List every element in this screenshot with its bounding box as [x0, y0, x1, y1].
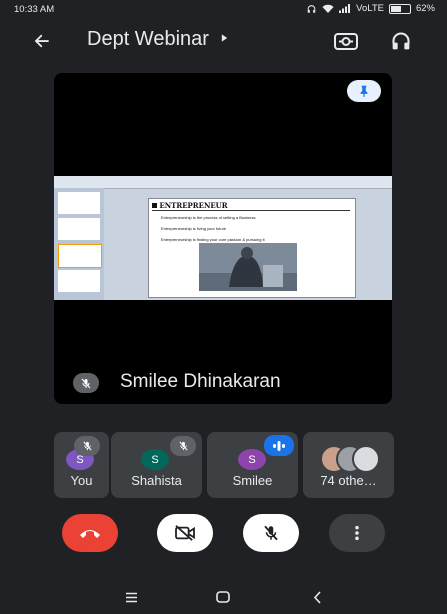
slide-bullet: Entrepreneurship is the process of setti… [161, 215, 256, 220]
shared-screen: ENTREPRENEUR Entrepreneurship is the pro… [54, 176, 392, 300]
status-bar: 10:33 AM VoLTE 62% [0, 0, 447, 20]
dropdown-arrow-icon [222, 34, 228, 42]
participant-tile-others[interactable]: 74 othe… [303, 432, 394, 498]
mic-status [170, 436, 196, 456]
switch-camera-icon [334, 33, 358, 50]
participant-name: Shahista [131, 473, 182, 488]
recents-button[interactable] [118, 586, 144, 608]
mic-off-icon [264, 525, 278, 541]
participant-name: You [70, 473, 93, 488]
wifi-icon [322, 4, 334, 13]
mic-off-icon [82, 441, 92, 451]
more-options-button[interactable] [329, 514, 385, 552]
status-time: 10:33 AM [14, 4, 55, 15]
battery-fill [390, 5, 401, 12]
end-call-button[interactable] [62, 514, 118, 552]
recents-icon [125, 592, 137, 602]
switch-camera-button[interactable] [332, 29, 360, 53]
slide-thumbnails [54, 188, 104, 300]
battery-percent: 62% [415, 3, 435, 14]
home-icon [216, 591, 230, 603]
participant-tile-you[interactable]: S You [54, 432, 109, 498]
participant-name: Smilee [232, 473, 273, 488]
speaker-name: Smilee Dhinakaran [120, 371, 281, 392]
pin-icon [360, 85, 368, 97]
headphones-icon [392, 32, 410, 50]
slide-bullet: Entrepreneurship is finding your core pa… [161, 237, 265, 242]
more-vert-icon [355, 525, 359, 541]
participant-tile-smilee[interactable]: S Smilee [207, 432, 298, 498]
avatar: S [238, 449, 266, 470]
camera-toggle-button[interactable] [157, 514, 213, 552]
participant-tile-shahista[interactable]: S Shahista [111, 432, 202, 498]
mic-off-icon [81, 378, 91, 388]
avatar [352, 445, 380, 473]
network-label: VoLTE [356, 3, 384, 14]
meeting-title-text: Dept Webinar [87, 28, 209, 50]
slide-heading: ENTREPRENEUR [159, 201, 228, 210]
back-button[interactable] [28, 28, 56, 54]
ppt-ribbon [54, 176, 392, 189]
audio-level-icon [273, 440, 285, 451]
pin-button[interactable] [347, 80, 381, 102]
camera-off-icon [175, 525, 195, 541]
system-back-button[interactable] [304, 586, 330, 608]
slide-photo [199, 243, 297, 291]
audio-output-button[interactable] [388, 29, 414, 53]
speaker-mic-status [73, 373, 99, 393]
mic-toggle-button[interactable] [243, 514, 299, 552]
back-arrow-icon [34, 34, 49, 48]
mic-status [74, 436, 100, 456]
meeting-title[interactable]: Dept Webinar [87, 28, 229, 51]
end-call-icon [80, 530, 100, 538]
mic-off-icon [178, 441, 188, 451]
headphones-status-icon [307, 4, 316, 13]
participant-name: 74 othe… [320, 473, 377, 488]
home-button[interactable] [210, 586, 236, 608]
slide-bullet: Entrepreneurship is living your future [161, 226, 227, 231]
signal-icon [339, 4, 351, 13]
slide-page: ENTREPRENEUR Entrepreneurship is the pro… [148, 198, 356, 298]
system-back-icon [313, 590, 321, 604]
speaking-indicator [264, 435, 294, 456]
battery-icon [388, 3, 411, 14]
system-nav-bar [0, 580, 447, 614]
avatar: S [141, 449, 169, 470]
